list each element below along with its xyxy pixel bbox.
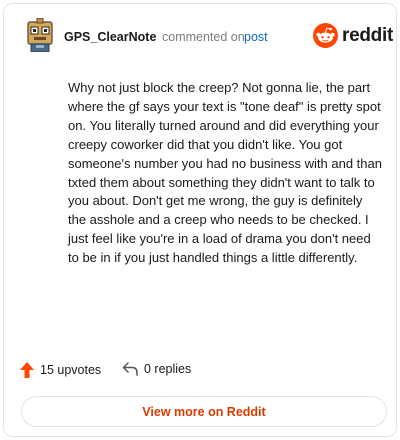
upvote-arrow-icon	[20, 362, 34, 378]
upvote-count: 15 upvotes	[40, 363, 102, 377]
reply-arrow-icon	[122, 362, 138, 376]
replies-button[interactable]: 0 replies	[122, 362, 191, 376]
reddit-wordmark: reddit	[342, 24, 393, 46]
comment-card: GPS_ClearNote commented on post reddit W…	[3, 3, 397, 437]
post-link[interactable]: post	[244, 30, 268, 44]
user-avatar-icon[interactable]	[27, 18, 53, 52]
view-more-button[interactable]: View more on Reddit	[21, 396, 387, 427]
reddit-snoo-icon	[313, 23, 338, 48]
reply-count: 0 replies	[144, 362, 192, 376]
upvote-button[interactable]: 15 upvotes	[20, 362, 101, 378]
action-text: commented on	[162, 30, 245, 44]
username[interactable]: GPS_ClearNote	[64, 30, 156, 44]
reddit-logo[interactable]: reddit	[313, 23, 393, 48]
comment-body: Why not just block the creep? Not gonna …	[68, 80, 382, 266]
